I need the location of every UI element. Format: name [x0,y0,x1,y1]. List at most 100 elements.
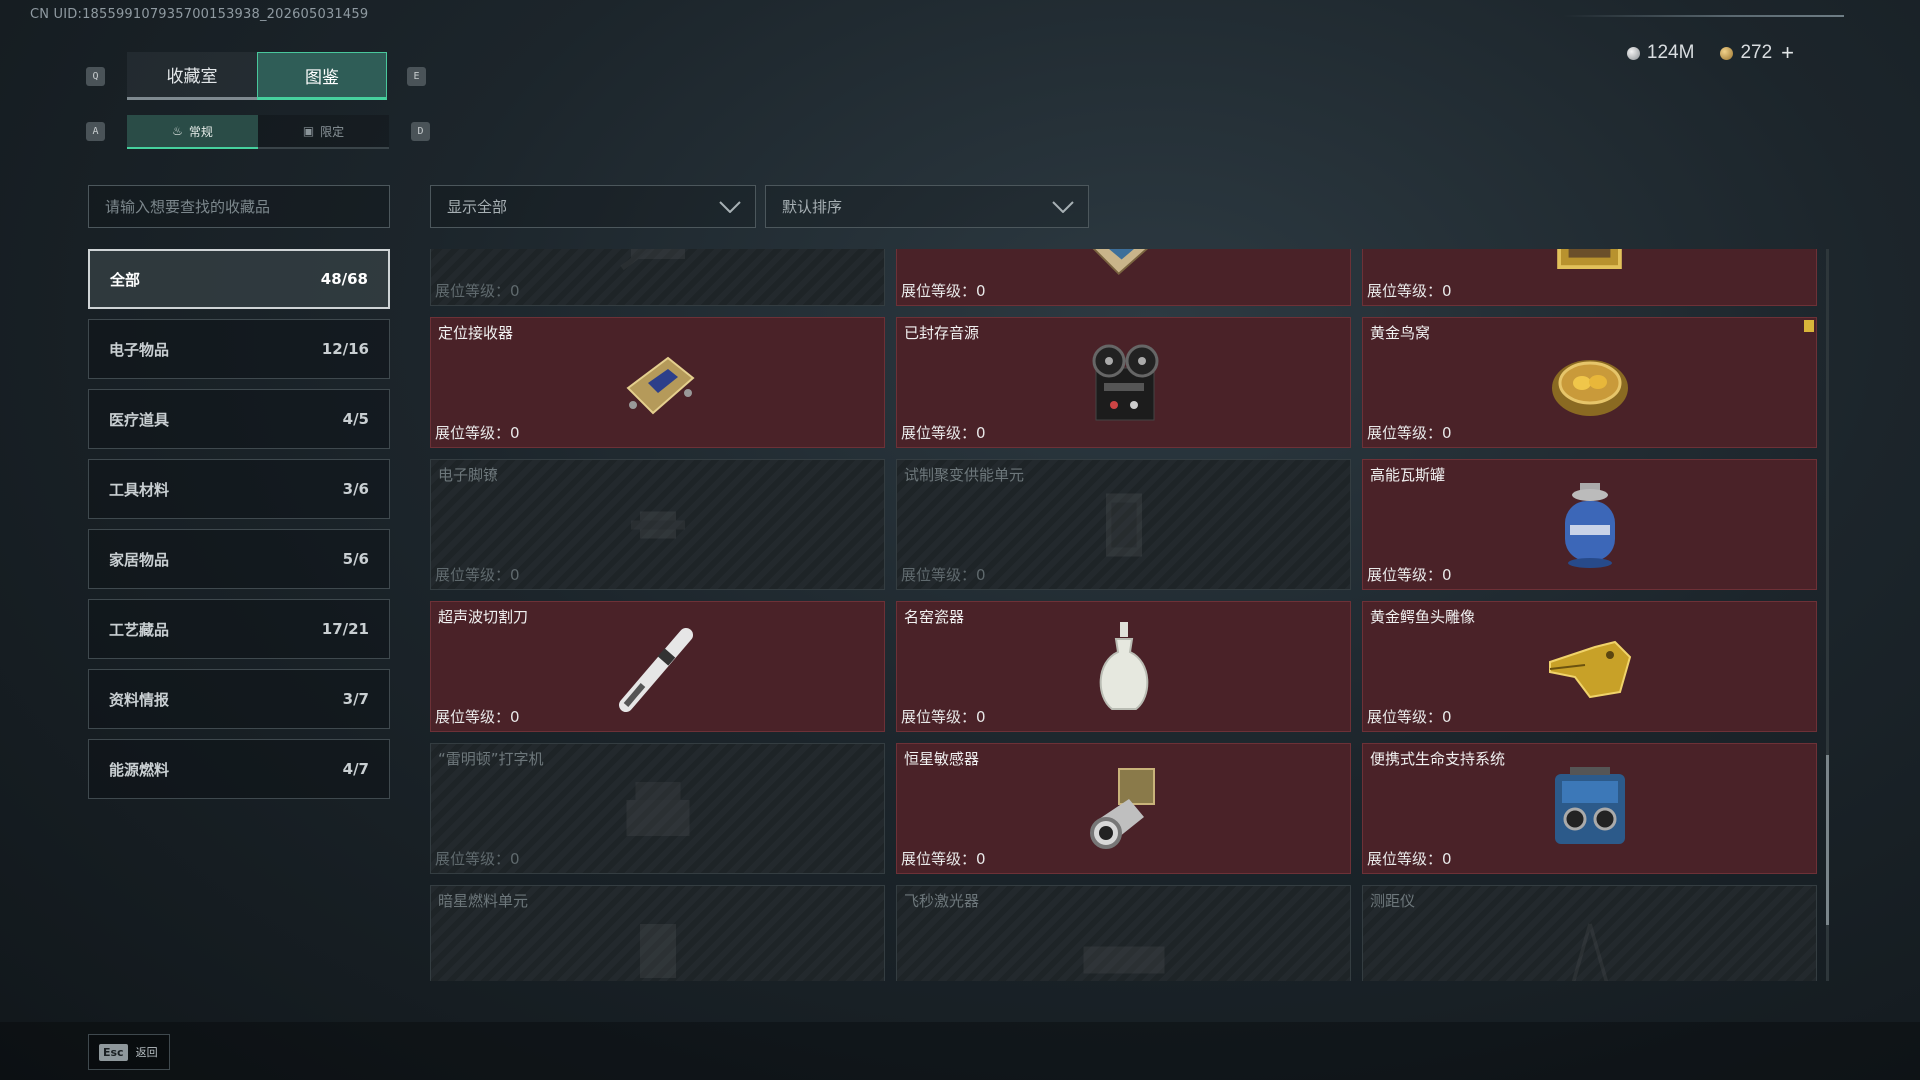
collection-card[interactable]: 展位等级：0 [1362,249,1817,306]
grid-scrollbar[interactable] [1826,249,1829,981]
category-label: 全部 [110,270,141,289]
silver-amount: 124M [1646,42,1695,63]
category-energy[interactable]: 能源燃料 4/7 [88,739,390,799]
category-label: 工艺藏品 [109,620,170,639]
collection-card[interactable]: 展位等级：0 [896,249,1351,306]
collection-card[interactable]: 名窑瓷器展位等级：0 [896,601,1351,732]
category-count: 48/68 [320,270,368,288]
category-household[interactable]: 家居物品 5/6 [88,529,390,589]
item-name: 试制聚变供能单元 [904,466,1025,484]
display-level: 展位等级：0 [1367,424,1452,442]
display-level: 展位等级：0 [435,424,520,442]
currency-bar: 124M 272 + [1626,40,1794,66]
reel-recorder-icon [1069,328,1179,438]
search-input[interactable] [88,185,390,228]
footer-bar [0,1022,1920,1080]
sub-tabs: ♨ 常规 ▣ 限定 [127,115,389,149]
category-all[interactable]: 全部 48/68 [88,249,390,309]
category-electronics[interactable]: 电子物品 12/16 [88,319,390,379]
collection-card[interactable]: 测距仪展位等级：0 [1362,885,1817,981]
display-level: 展位等级：0 [435,850,520,868]
filter-value: 显示全部 [447,198,508,216]
typewriter-icon [603,754,713,864]
top-divider [1564,15,1844,17]
category-count: 4/7 [342,760,369,778]
painting-icon [1535,249,1645,296]
key-hint-next-subtab[interactable]: D [411,122,430,141]
collection-card[interactable]: 暗星燃料单元展位等级：0 [430,885,885,981]
category-intel[interactable]: 资料情报 3/7 [88,669,390,729]
flame-icon: ♨ [172,124,183,138]
category-tools[interactable]: 工具材料 3/6 [88,459,390,519]
collection-card[interactable]: 试制聚变供能单元 展位等级：0 [896,459,1351,590]
subtab-limited[interactable]: ▣ 限定 [258,115,389,149]
display-level: 展位等级：0 [901,566,986,584]
key-hint-next-tab[interactable]: E [407,67,426,86]
collection-card[interactable]: 超声波切割刀 展位等级：0 [430,601,885,732]
gold-currency: 272 + [1720,40,1794,66]
category-count: 17/21 [321,620,369,638]
item-name: 已封存音源 [904,324,980,342]
porcelain-vase-icon [1069,612,1179,722]
collection-card[interactable]: 已封存音源展位等级：0 [896,317,1351,448]
ultrasonic-knife-icon [603,612,713,722]
card-icon: ▣ [302,124,315,138]
tab-catalog[interactable]: 图鉴 [257,52,387,100]
subtab-regular-label: 常规 [188,124,213,139]
display-level: 展位等级：0 [1367,282,1452,300]
collection-card[interactable]: 高能瓦斯罐 展位等级：0 [1362,459,1817,590]
chevron-down-icon [719,200,741,213]
item-name: 黄金鸟窝 [1370,324,1431,342]
item-name: 电子脚镣 [438,466,499,484]
rangefinder-icon [1535,896,1645,981]
item-name: 名窑瓷器 [904,608,965,626]
key-hint-prev-subtab[interactable]: A [86,122,105,141]
new-badge-icon [1804,320,1814,332]
item-name: 飞秒激光器 [904,892,980,910]
category-label: 工具材料 [109,480,170,499]
collection-card[interactable]: 便携式生命支持系统 展位等级：0 [1362,743,1817,874]
display-level: 展位等级：0 [1367,850,1452,868]
scrollbar-thumb[interactable] [1826,755,1829,925]
category-count: 3/6 [342,480,369,498]
collection-grid-viewport[interactable]: 展位等级：0 展位等级：0 展位等级：0 定位接收器 展位等级：0 已封存音源 展位等级：0… [430,249,1820,981]
collection-card[interactable]: 电子脚镣 展位等级：0 [430,459,885,590]
display-level: 展位等级：0 [435,708,520,726]
item-name: 黄金鳄鱼头雕像 [1370,608,1476,626]
display-level: 展位等级：0 [901,850,986,868]
collection-card[interactable]: 黄金鳄鱼头雕像 展位等级：0 [1362,601,1817,732]
category-crafts[interactable]: 工艺藏品 17/21 [88,599,390,659]
laser-icon [1069,896,1179,982]
collection-card[interactable]: 恒星敏感器 展位等级：0 [896,743,1351,874]
collection-card[interactable]: “雷明顿”打字机 展位等级：0 [430,743,885,874]
collection-card[interactable]: 展位等级：0 [430,249,885,306]
display-level: 展位等级：0 [901,424,986,442]
category-label: 能源燃料 [109,760,170,779]
star-sensor-icon [1069,754,1179,864]
silver-coin-icon [1626,46,1640,60]
fusion-cell-icon [1069,470,1179,580]
esc-key-hint: Esc [99,1043,128,1061]
display-level: 展位等级：0 [1367,566,1452,584]
add-currency-button[interactable]: + [1781,40,1794,66]
subtab-limited-label: 限定 [320,124,345,139]
sort-dropdown[interactable]: 默认排序 [765,185,1089,228]
display-level: 展位等级：0 [435,282,520,300]
ankle-monitor-icon [603,470,713,580]
category-medical[interactable]: 医疗道具 4/5 [88,389,390,449]
key-hint-prev-tab[interactable]: Q [86,67,105,86]
subtab-regular[interactable]: ♨ 常规 [127,115,258,149]
filter-dropdown[interactable]: 显示全部 [430,185,756,228]
fuel-cell-icon [603,896,713,982]
collection-card[interactable]: 飞秒激光器展位等级：0 [896,885,1351,981]
sort-value: 默认排序 [782,198,843,216]
collection-card[interactable]: 黄金鸟窝展位等级：0 [1362,317,1817,448]
collection-card[interactable]: 定位接收器展位等级：0 [430,317,885,448]
category-label: 医疗道具 [109,410,170,429]
back-button[interactable]: Esc 返回 [88,1034,170,1070]
display-level: 展位等级：0 [901,708,986,726]
item-name: 定位接收器 [438,324,514,342]
gold-croc-icon [1535,612,1645,722]
collection-grid: 展位等级：0 展位等级：0 展位等级：0 定位接收器 展位等级：0 已封存音源 展位等级：0… [430,249,1817,981]
tab-collection-room[interactable]: 收藏室 [127,52,257,100]
